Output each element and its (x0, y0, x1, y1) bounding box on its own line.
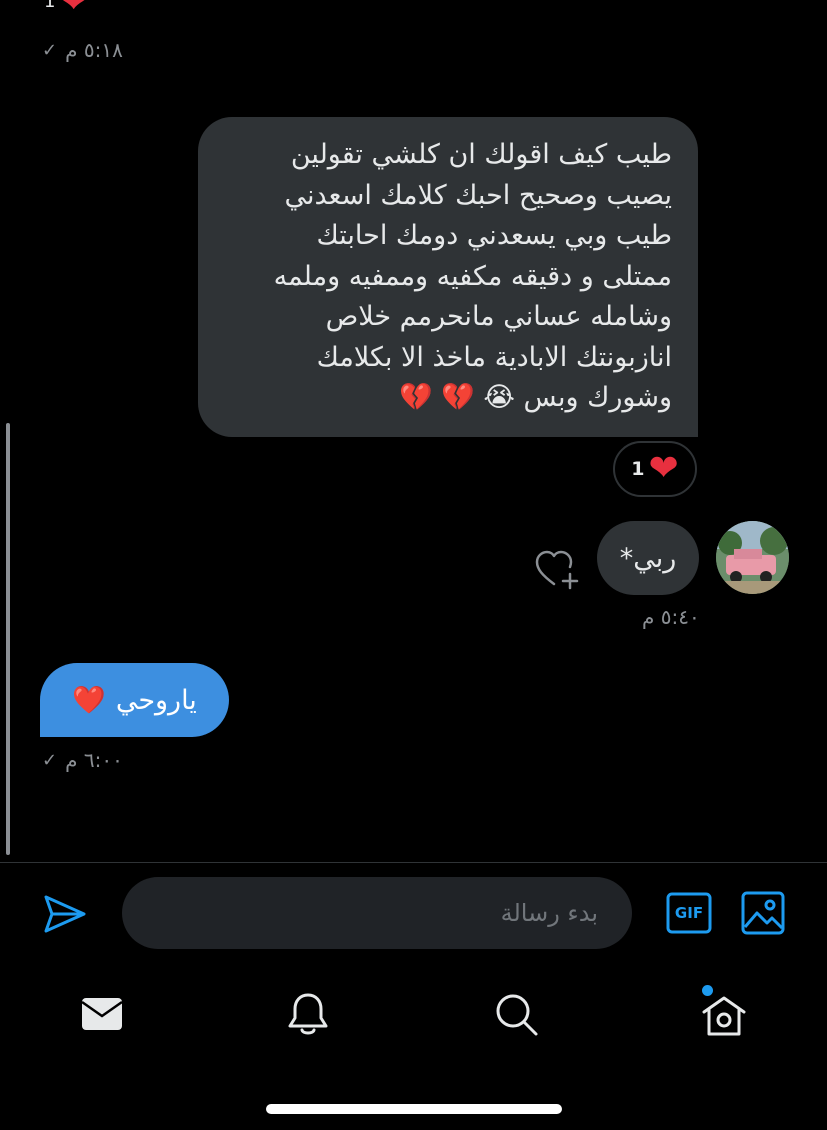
avatar-image (716, 521, 789, 594)
notification-dot (702, 985, 713, 996)
gif-label: GIF (674, 904, 704, 922)
message-line: طيب وبي يسعدني دومك احابتك (316, 220, 672, 251)
image-button[interactable] (740, 890, 786, 936)
message-input[interactable] (156, 899, 598, 927)
message-line: وشورك وبس 😭 💔 💔 (399, 382, 672, 413)
heart-plus-icon (535, 550, 579, 590)
avatar[interactable] (716, 521, 789, 594)
home-icon (702, 996, 746, 1036)
bell-icon (288, 993, 328, 1035)
message-meta-top: ✓ ٥:١٨ م (42, 38, 123, 62)
check-icon: ✓ (42, 39, 58, 61)
heart-icon: ❤ (648, 448, 679, 489)
gif-button[interactable]: GIF (665, 890, 713, 936)
mail-icon (81, 998, 123, 1030)
heart-icon: ❤ (59, 0, 88, 21)
message-line: وشامله عساني مانحرمم خلاص (325, 301, 672, 332)
scrollbar[interactable] (6, 423, 10, 855)
send-button[interactable] (40, 890, 90, 938)
nav-home[interactable] (698, 990, 750, 1042)
message-time: ٥:١٨ م (65, 38, 123, 62)
send-icon (44, 895, 86, 933)
nav-notifications[interactable] (282, 988, 334, 1040)
nav-search[interactable] (490, 988, 542, 1040)
message-line: يصيب وصحيح احبك كلامك اسعدني (284, 179, 672, 211)
message-meta-outgoing: ✓ ٦:٠٠ م (42, 748, 123, 772)
message-line: انازبونتك الابادية ماخذ الا بكلامك (316, 341, 672, 373)
top-reaction-count: 1 (44, 0, 56, 12)
reaction-count: 1 (631, 458, 645, 480)
check-icon: ✓ (42, 749, 58, 771)
message-time: ٦:٠٠ م (65, 748, 123, 772)
message-meta-short: ٥:٤٠ م (642, 605, 700, 629)
top-reaction[interactable]: 1 ❤ (44, 0, 88, 20)
add-reaction-button[interactable] (534, 548, 582, 592)
incoming-message-bubble-short[interactable]: ربي* (597, 521, 699, 595)
reaction-pill[interactable]: 1 ❤ (613, 441, 697, 497)
message-line: طيب كيف اقولك ان كلشي تقولين (290, 139, 672, 170)
outgoing-message-bubble[interactable]: ياروحي ❤️ (40, 663, 229, 737)
message-text: ياروحي (115, 684, 197, 716)
search-icon (496, 994, 538, 1036)
message-time: ٥:٤٠ م (642, 605, 700, 629)
image-icon (741, 891, 785, 935)
message-line: ممتلى و دقيقه مكفيه وممفيه وملمه (273, 260, 672, 292)
nav-messages[interactable] (76, 988, 128, 1040)
message-composer[interactable] (122, 877, 632, 949)
home-indicator (266, 1104, 562, 1114)
message-text: ربي* (619, 542, 677, 574)
composer-divider (0, 862, 827, 863)
incoming-message-bubble[interactable]: طيب كيف اقولك ان كلشي تقولين يصيب وصحيح … (198, 117, 698, 437)
heart-emoji: ❤️ (72, 685, 106, 716)
